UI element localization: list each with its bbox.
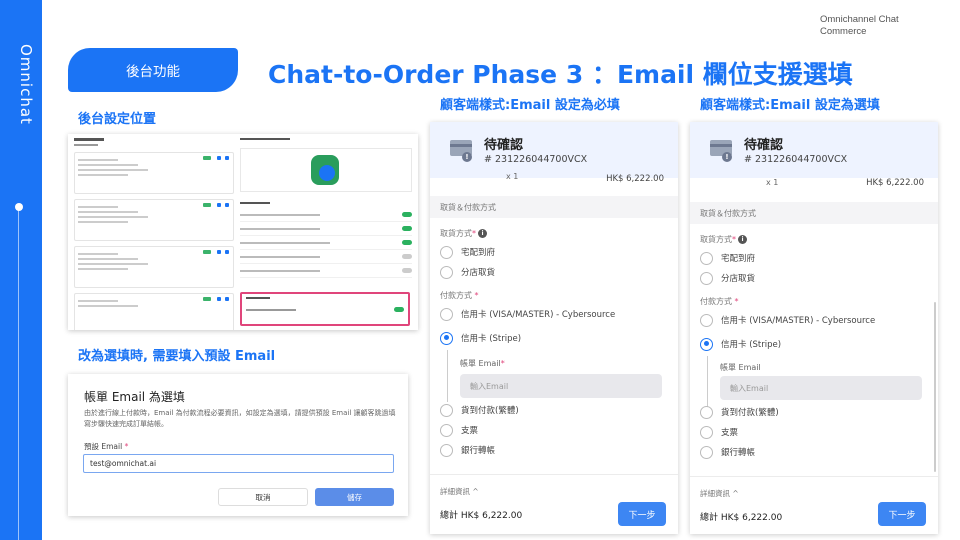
default-email-input[interactable]: test@omnichat.ai [83, 454, 394, 473]
billing-email-label: 帳單 Email* [460, 359, 505, 368]
toggle-switch[interactable] [402, 254, 412, 259]
brand-tagline: Omnichannel Chat Commerce [820, 14, 899, 37]
product-logo-icon [311, 155, 339, 185]
save-button[interactable]: 儲存 [315, 488, 394, 506]
order-number: # 231226044700VCX [484, 154, 588, 165]
payment-method-card [74, 199, 234, 241]
option-cybersource[interactable]: 信用卡 (VISA/MASTER) - Cybersource [700, 312, 875, 328]
heading-optional-style: 顧客端樣式:Email 設定為選填 [700, 98, 880, 113]
option-stripe[interactable]: 信用卡 (Stripe) [700, 336, 781, 352]
scrollbar[interactable] [934, 302, 936, 472]
nested-divider [447, 350, 448, 402]
billing-email-label: 帳單 Email [720, 363, 761, 372]
option-cheque[interactable]: 支票 [440, 422, 478, 438]
heading-change-optional: 改為選填時, 需要填入預設 Email [78, 349, 276, 364]
option-store-pickup[interactable]: 分店取貨 [440, 264, 495, 280]
payment-label: 付款方式 * [440, 291, 479, 300]
warning-icon: ! [722, 152, 732, 162]
info-icon: i [478, 229, 487, 238]
payment-method-card [74, 293, 234, 330]
payment-method-card [74, 246, 234, 288]
item-qty: x 1 [766, 178, 779, 187]
option-home-delivery[interactable]: 宅配到府 [440, 244, 495, 260]
option-cheque[interactable]: 支票 [700, 424, 738, 440]
option-cod[interactable]: 貨到付款(繁體) [440, 402, 519, 418]
backend-settings-screenshot [68, 134, 418, 330]
rail-indicator-dot [15, 203, 23, 211]
option-bank-transfer[interactable]: 銀行轉帳 [700, 444, 755, 460]
section-pill: 後台功能 [68, 48, 238, 92]
heading-backend-location: 後台設定位置 [78, 112, 157, 127]
option-bank-transfer[interactable]: 銀行轉帳 [440, 442, 495, 458]
order-number: # 231226044700VCX [744, 154, 848, 165]
slide-title: Chat-to-Order Phase 3 ：Email 欄位支援選填 [268, 60, 853, 89]
payment-methods-list [74, 138, 234, 330]
nested-divider [707, 356, 708, 408]
section-header: 取貨＆付款方式 [430, 196, 678, 218]
item-price: HK$ 6,222.00 [866, 178, 924, 188]
omnichat-logo: Omnichat [17, 44, 35, 125]
rail-divider [18, 210, 19, 540]
toggle-switch[interactable] [402, 268, 412, 273]
billing-email-input[interactable]: 輸入Email [460, 374, 662, 398]
next-step-button[interactable]: 下一步 [618, 502, 666, 526]
next-step-button[interactable]: 下一步 [878, 502, 926, 526]
warning-icon: ! [462, 152, 472, 162]
details-toggle[interactable]: 詳細資訊 ^ [440, 486, 479, 497]
pickup-label: 取貨方式* i [700, 234, 747, 245]
product-image-box [240, 148, 412, 192]
toggle-switch[interactable] [402, 226, 412, 231]
info-icon: i [738, 235, 747, 244]
default-email-label: 預設 Email * [84, 442, 129, 451]
payment-method-card [74, 152, 234, 194]
checkout-email-optional: ! 待確認 # 231226044700VCX x 1 HK$ 6,222.00… [690, 122, 938, 534]
toggle-switch[interactable] [402, 240, 412, 245]
payment-label: 付款方式 * [700, 297, 739, 306]
details-toggle[interactable]: 詳細資訊 ^ [700, 488, 739, 499]
default-email-modal: 帳單 Email 為選填 由於進行線上付款時，Email 為付款流程必要資訊，如… [68, 374, 408, 516]
order-total: 總計 HK$ 6,222.00 [440, 511, 523, 521]
cancel-button[interactable]: 取消 [218, 488, 308, 506]
section-header: 取貨＆付款方式 [690, 202, 938, 224]
heading-required-style: 顧客端樣式:Email 設定為必填 [440, 98, 620, 113]
email-optional-toggle[interactable] [394, 307, 404, 312]
option-store-pickup[interactable]: 分店取貨 [700, 270, 755, 286]
billing-email-input[interactable]: 輸入Email [720, 376, 922, 400]
toggle-switch[interactable] [402, 212, 412, 217]
order-status: 待確認 [484, 138, 524, 153]
order-status: 待確認 [744, 138, 784, 153]
option-cybersource[interactable]: 信用卡 (VISA/MASTER) - Cybersource [440, 306, 615, 322]
order-settings-column [240, 138, 412, 278]
modal-description: 由於進行線上付款時，Email 為付款流程必要資訊，如設定為選填，請提供預設 E… [84, 409, 396, 428]
item-price: HK$ 6,222.00 [606, 174, 664, 184]
item-qty: x 1 [506, 172, 519, 181]
checkout-email-required: ! 待確認 # 231226044700VCX x 1 HK$ 6,222.00… [430, 122, 678, 534]
option-cod[interactable]: 貨到付款(繁體) [700, 404, 779, 420]
email-optional-highlight [240, 292, 410, 326]
pickup-label: 取貨方式* i [440, 228, 487, 239]
option-stripe[interactable]: 信用卡 (Stripe) [440, 330, 521, 346]
option-home-delivery[interactable]: 宅配到府 [700, 250, 755, 266]
order-total: 總計 HK$ 6,222.00 [700, 513, 783, 523]
modal-title: 帳單 Email 為選填 [84, 390, 185, 404]
